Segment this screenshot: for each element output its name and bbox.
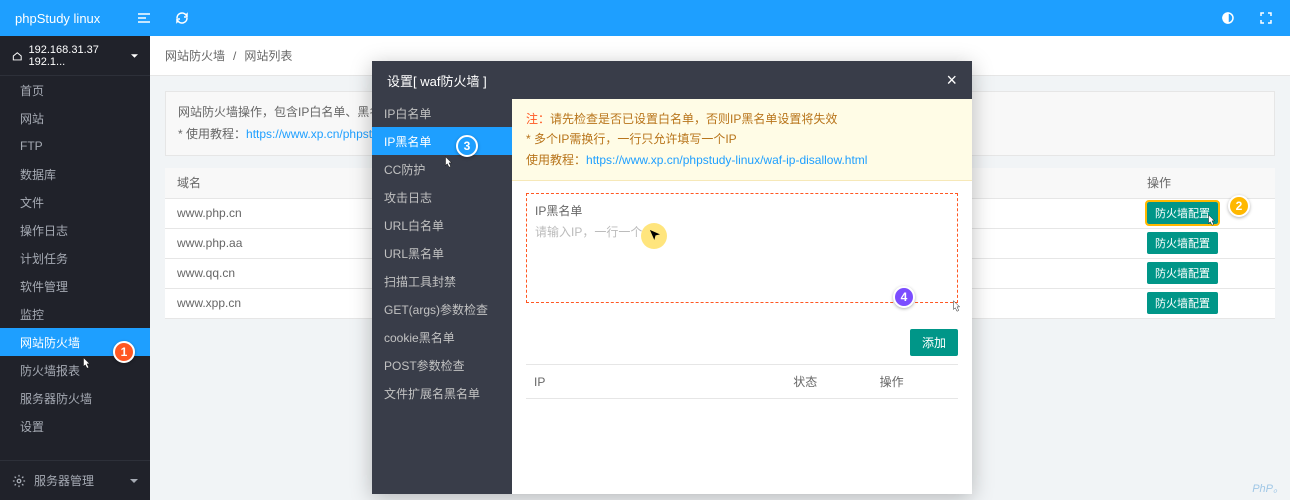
modal-nav-label: URL白名单 xyxy=(384,217,444,234)
breadcrumb-sep: / xyxy=(233,49,236,63)
modal-tutorial-link[interactable]: https://www.xp.cn/phpstudy-linux/waf-ip-… xyxy=(586,153,867,167)
home-icon xyxy=(12,50,23,62)
header-icons-right xyxy=(1219,9,1275,27)
modal-nav-scan-block[interactable]: 扫描工具封禁 xyxy=(372,267,512,295)
sidebar-item-website[interactable]: 网站 xyxy=(0,104,150,132)
modal-notice: 注：请先检查是否已设置白名单，否则IP黑名单设置将失效 * 多个IP需换行，一行… xyxy=(512,99,972,181)
sidebar-item-label: 软件管理 xyxy=(20,278,68,295)
modal-notice-line3: 使用教程：https://www.xp.cn/phpstudy-linux/wa… xyxy=(526,150,958,170)
sidebar-nav: 首页 网站 FTP 数据库 文件 操作日志 计划任务 软件管理 监控 网站防火墙… xyxy=(0,76,150,460)
modal-nav-label: 文件扩展名黑名单 xyxy=(384,385,480,402)
top-header: phpStudy linux xyxy=(0,0,1290,36)
modal-nav-label: IP白名单 xyxy=(384,105,431,122)
refresh-icon[interactable] xyxy=(173,9,191,27)
sidebar-footer-label: 服务器管理 xyxy=(34,472,94,489)
sidebar-item-label: 设置 xyxy=(20,418,44,435)
ip-selector-text: 192.168.31.37 192.1... xyxy=(29,44,125,68)
main-sidebar: 192.168.31.37 192.1... 首页 网站 FTP 数据库 文件 … xyxy=(0,36,150,500)
modal-nav-label: CC防护 xyxy=(384,161,425,178)
brand: phpStudy linux xyxy=(15,11,100,26)
modal-table-status: 状态 xyxy=(785,365,871,399)
modal-close-button[interactable]: × xyxy=(946,70,957,91)
sidebar-item-label: 网站 xyxy=(20,110,44,127)
sidebar-item-monitor[interactable]: 监控 xyxy=(0,300,150,328)
sidebar-item-label: FTP xyxy=(20,139,43,153)
table-header-action: 操作 xyxy=(1135,168,1275,198)
modal-table-ip: IP xyxy=(526,365,785,399)
sidebar-item-cron[interactable]: 计划任务 xyxy=(0,244,150,272)
add-button[interactable]: 添加 xyxy=(910,329,958,356)
sidebar-item-settings[interactable]: 设置 xyxy=(0,412,150,440)
ip-textarea[interactable] xyxy=(535,223,949,291)
sidebar-item-label: 防火墙报表 xyxy=(20,362,80,379)
modal-nav-label: IP黑名单 xyxy=(384,133,431,150)
sidebar-item-label: 网站防火墙 xyxy=(20,334,80,351)
chevron-down-icon xyxy=(130,477,138,485)
modal-nav-label: cookie黑名单 xyxy=(384,329,455,346)
waf-modal: 设置[ waf防火墙 ] × IP白名单 IP黑名单 CC防护 攻击日志 URL… xyxy=(372,61,972,494)
modal-nav-url-whitelist[interactable]: URL白名单 xyxy=(372,211,512,239)
cursor-icon xyxy=(80,355,94,371)
modal-notice-line1: 注：请先检查是否已设置白名单，否则IP黑名单设置将失效 xyxy=(526,109,958,129)
modal-nav-label: POST参数检查 xyxy=(384,357,465,374)
modal-nav-label: 攻击日志 xyxy=(384,189,432,206)
sidebar-footer-server-manage[interactable]: 服务器管理 xyxy=(0,460,150,500)
annotation-marker-1: 1 xyxy=(113,341,135,363)
ip-selector[interactable]: 192.168.31.37 192.1... xyxy=(0,36,150,76)
sidebar-item-label: 文件 xyxy=(20,194,44,211)
fullscreen-icon[interactable] xyxy=(1257,9,1275,27)
annotation-marker-2: 2 xyxy=(1228,195,1250,217)
config-button[interactable]: 防火墙配置 xyxy=(1147,262,1218,284)
gear-icon xyxy=(12,474,26,488)
sidebar-item-files[interactable]: 文件 xyxy=(0,188,150,216)
modal-nav-attack-log[interactable]: 攻击日志 xyxy=(372,183,512,211)
annotation-marker-4: 4 xyxy=(893,286,915,308)
config-button[interactable]: 防火墙配置 xyxy=(1147,232,1218,254)
cursor-icon xyxy=(950,298,964,314)
modal-nav-label: URL黑名单 xyxy=(384,245,444,262)
breadcrumb-link[interactable]: 网站防火墙 xyxy=(165,47,225,64)
sidebar-item-label: 操作日志 xyxy=(20,222,68,239)
modal-title: 设置[ waf防火墙 ] xyxy=(387,71,487,90)
sidebar-item-label: 服务器防火墙 xyxy=(20,390,92,407)
sidebar-item-label: 监控 xyxy=(20,306,44,323)
theme-icon[interactable] xyxy=(1219,9,1237,27)
ip-input-box: IP黑名单 xyxy=(526,193,958,303)
modal-nav-ip-blacklist[interactable]: IP黑名单 xyxy=(372,127,512,155)
watermark: PhP。 xyxy=(1252,480,1284,496)
modal-nav-ext[interactable]: 文件扩展名黑名单 xyxy=(372,379,512,407)
modal-table-action: 操作 xyxy=(872,365,958,399)
sidebar-item-server-firewall[interactable]: 服务器防火墙 xyxy=(0,384,150,412)
sidebar-item-label: 计划任务 xyxy=(20,250,68,267)
menu-toggle-icon[interactable] xyxy=(135,9,153,27)
modal-notice-line2: * 多个IP需换行，一行只允许填写一个IP xyxy=(526,129,958,149)
sidebar-item-home[interactable]: 首页 xyxy=(0,76,150,104)
modal-header: 设置[ waf防火墙 ] × xyxy=(372,61,972,99)
modal-nav-ip-whitelist[interactable]: IP白名单 xyxy=(372,99,512,127)
modal-nav-post[interactable]: POST参数检查 xyxy=(372,351,512,379)
sidebar-item-logs[interactable]: 操作日志 xyxy=(0,216,150,244)
modal-nav-label: GET(args)参数检查 xyxy=(384,301,488,318)
modal-nav-label: 扫描工具封禁 xyxy=(384,273,456,290)
modal-nav-cookie[interactable]: cookie黑名单 xyxy=(372,323,512,351)
breadcrumb-current: 网站列表 xyxy=(244,47,292,64)
modal-nav-url-blacklist[interactable]: URL黑名单 xyxy=(372,239,512,267)
sidebar-item-software[interactable]: 软件管理 xyxy=(0,272,150,300)
ip-box-label: IP黑名单 xyxy=(535,202,949,219)
modal-ip-table: IP 状态 操作 xyxy=(526,364,958,399)
modal-nav-get-args[interactable]: GET(args)参数检查 xyxy=(372,295,512,323)
sidebar-item-label: 数据库 xyxy=(20,166,56,183)
cursor-icon xyxy=(442,154,456,170)
cursor-icon xyxy=(649,228,663,244)
cursor-icon xyxy=(1205,212,1219,228)
sidebar-item-label: 首页 xyxy=(20,82,44,99)
sidebar-item-database[interactable]: 数据库 xyxy=(0,160,150,188)
header-icons-left xyxy=(135,9,191,27)
sidebar-item-ftp[interactable]: FTP xyxy=(0,132,150,160)
annotation-marker-3: 3 xyxy=(456,135,478,157)
config-button[interactable]: 防火墙配置 xyxy=(1147,292,1218,314)
chevron-down-icon xyxy=(131,52,138,60)
